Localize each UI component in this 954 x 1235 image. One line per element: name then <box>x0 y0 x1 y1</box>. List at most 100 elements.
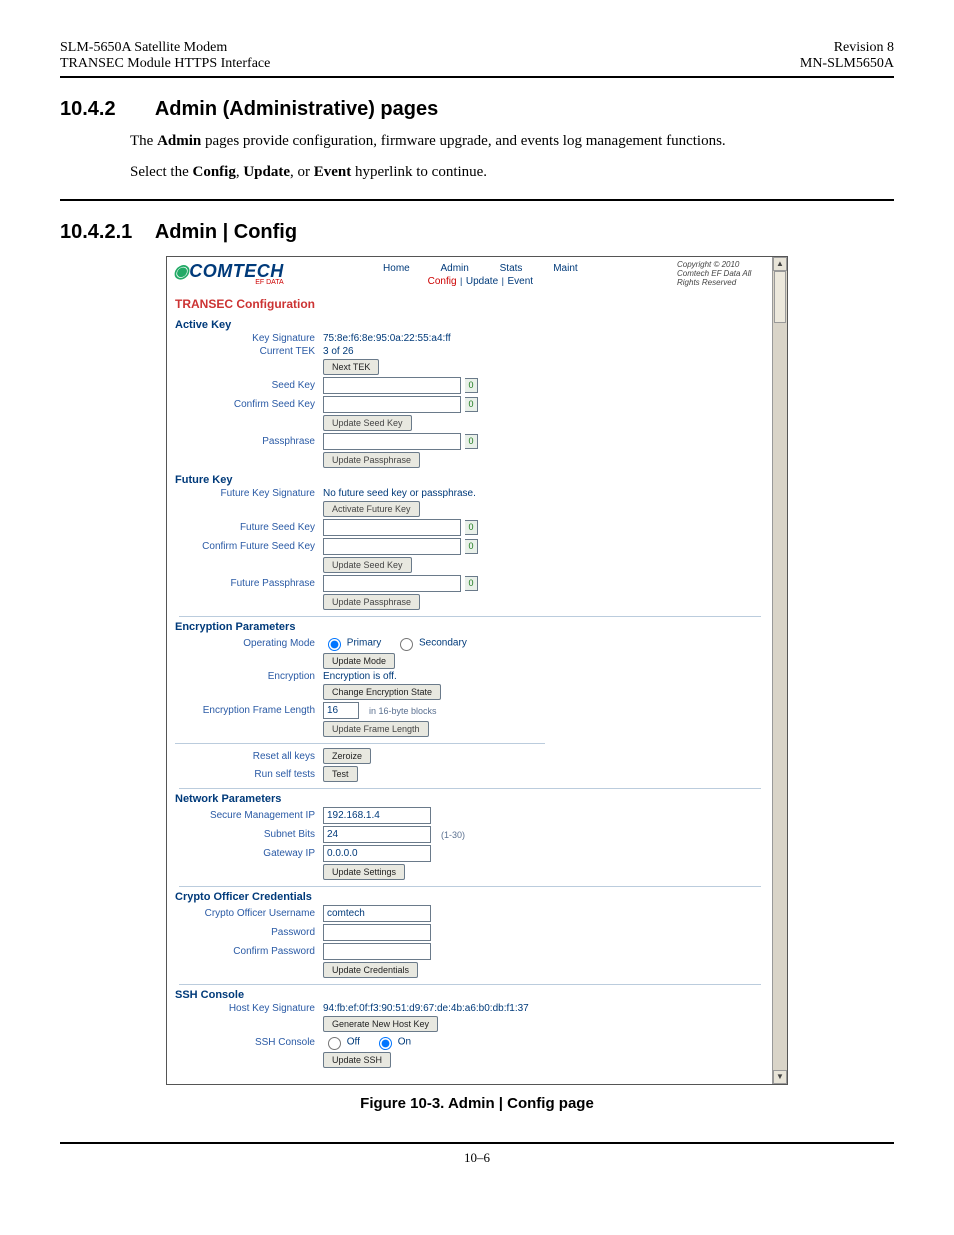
crypto-conf-input[interactable] <box>323 943 431 960</box>
ssh-console-label: SSH Console <box>175 1037 323 1048</box>
section-crypto-officer: Crypto Officer Credentials Crypto Office… <box>175 891 765 978</box>
passphrase-counter: 0 <box>465 434 478 449</box>
next-tek-button[interactable]: Next TEK <box>323 359 379 375</box>
ssh-off-radio[interactable] <box>328 1037 341 1050</box>
frame-length-input[interactable] <box>323 702 359 719</box>
doc-rule <box>60 76 894 78</box>
page-title: TRANSEC Configuration <box>167 287 773 315</box>
heading-10-4-2-1: 10.4.2.1 Admin | Config <box>60 221 894 244</box>
crypto-user-input[interactable] <box>323 905 431 922</box>
encryption-title: Encryption Parameters <box>175 621 765 633</box>
key-sig-value: 75:8e:f6:8e:95:0a:22:55:a4:ff <box>323 333 451 344</box>
nav-stats[interactable]: Stats <box>500 263 523 274</box>
logo: ◉COMTECH EF DATA <box>173 261 284 286</box>
update-credentials-button[interactable]: Update Credentials <box>323 962 418 978</box>
paragraph-select: Select the Config, Update, or Event hype… <box>130 164 894 181</box>
top-strip: ◉COMTECH EF DATA Home Admin Stats Maint … <box>167 257 773 287</box>
secure-ip-input[interactable] <box>323 807 431 824</box>
subnav-update[interactable]: Update <box>466 276 498 287</box>
scrollbar[interactable]: ▲ ▼ <box>772 257 787 1084</box>
subnav-config[interactable]: Config <box>428 276 457 287</box>
mode-secondary-radio[interactable] <box>400 638 413 651</box>
copyright: Copyright © 2010 Comtech EF Data All Rig… <box>677 261 767 287</box>
subnav-event[interactable]: Event <box>507 276 533 287</box>
gateway-label: Gateway IP <box>175 848 323 859</box>
subnet-input[interactable] <box>323 826 431 843</box>
divider-2 <box>179 788 761 789</box>
update-ssh-button[interactable]: Update SSH <box>323 1052 391 1068</box>
doc-rule-2 <box>60 199 894 201</box>
operating-mode-label: Operating Mode <box>175 638 323 649</box>
future-seed-input[interactable] <box>323 519 461 536</box>
top-nav: Home Admin Stats Maint Config | Update |… <box>284 261 677 287</box>
update-mode-button[interactable]: Update Mode <box>323 653 395 669</box>
update-seed-key-button[interactable]: Update Seed Key <box>323 415 412 431</box>
seed-key-counter: 0 <box>465 378 478 393</box>
crypto-pass-label: Password <box>175 927 323 938</box>
doc-rule-bottom <box>60 1142 894 1144</box>
host-key-sig-value: 94:fb:ef:0f:f3:90:51:d9:67:de:4b:a6:b0:d… <box>323 1003 529 1014</box>
figure-caption: Figure 10-3. Admin | Config page <box>60 1095 894 1112</box>
crypto-user-label: Crypto Officer Username <box>175 908 323 919</box>
reset-keys-label: Reset all keys <box>175 751 323 762</box>
mode-primary-radio[interactable] <box>328 638 341 651</box>
doc-header-right-2: MN-SLM5650A <box>800 56 894 72</box>
crypto-conf-label: Confirm Password <box>175 946 323 957</box>
update-frame-length-button[interactable]: Update Frame Length <box>323 721 429 737</box>
nav-admin[interactable]: Admin <box>441 263 469 274</box>
crypto-pass-input[interactable] <box>323 924 431 941</box>
future-seed-label: Future Seed Key <box>175 522 323 533</box>
passphrase-label: Passphrase <box>175 436 323 447</box>
subnet-label: Subnet Bits <box>175 829 323 840</box>
nav-maint[interactable]: Maint <box>553 263 577 274</box>
cur-tek-value: 3 of 26 <box>323 346 354 357</box>
section-ssh: SSH Console Host Key Signature94:fb:ef:0… <box>175 989 765 1078</box>
update-future-passphrase-button[interactable]: Update Passphrase <box>323 594 420 610</box>
generate-host-key-button[interactable]: Generate New Host Key <box>323 1016 438 1032</box>
scroll-down-arrow[interactable]: ▼ <box>773 1070 787 1084</box>
heading-num: 10.4.2 <box>60 98 150 121</box>
future-seed-counter: 0 <box>465 520 478 535</box>
divider-4 <box>179 984 761 985</box>
subnet-hint: (1-30) <box>441 830 465 840</box>
test-button[interactable]: Test <box>323 766 358 782</box>
divider-1 <box>179 616 761 617</box>
update-future-seed-button[interactable]: Update Seed Key <box>323 557 412 573</box>
confirm-seed-input[interactable] <box>323 396 461 413</box>
change-encryption-button[interactable]: Change Encryption State <box>323 684 441 700</box>
doc-header-left-2: TRANSEC Module HTTPS Interface <box>60 56 270 72</box>
future-key-title: Future Key <box>175 474 765 486</box>
future-passphrase-input[interactable] <box>323 575 461 592</box>
nav-home[interactable]: Home <box>383 263 410 274</box>
update-settings-button[interactable]: Update Settings <box>323 864 405 880</box>
update-passphrase-button[interactable]: Update Passphrase <box>323 452 420 468</box>
doc-header-right-1: Revision 8 <box>800 40 894 56</box>
activate-future-key-button[interactable]: Activate Future Key <box>323 501 420 517</box>
scroll-thumb[interactable] <box>774 271 786 323</box>
encryption-value: Encryption is off. <box>323 671 397 682</box>
doc-header-left-1: SLM-5650A Satellite Modem <box>60 40 270 56</box>
heading-title-2: Admin | Config <box>155 221 297 243</box>
heading-title: Admin (Administrative) pages <box>155 98 438 120</box>
host-key-sig-label: Host Key Signature <box>175 1003 323 1014</box>
crypto-title: Crypto Officer Credentials <box>175 891 765 903</box>
admin-config-screenshot: ▲ ▼ ◉COMTECH EF DATA Home Admin Stats Ma… <box>166 256 788 1085</box>
zeroize-button[interactable]: Zeroize <box>323 748 371 764</box>
ssh-console-radios: Off On <box>323 1034 421 1050</box>
section-active-key: Active Key Key Signature75:8e:f6:8e:95:0… <box>175 319 765 468</box>
confirm-seed-counter: 0 <box>465 397 478 412</box>
ssh-on-radio[interactable] <box>379 1037 392 1050</box>
key-sig-label: Key Signature <box>175 333 323 344</box>
scroll-up-arrow[interactable]: ▲ <box>773 257 787 271</box>
passphrase-input[interactable] <box>323 433 461 450</box>
gateway-input[interactable] <box>323 845 431 862</box>
frame-hint: in 16-byte blocks <box>369 706 437 716</box>
cur-tek-label: Current TEK <box>175 346 323 357</box>
divider-enc <box>175 743 545 744</box>
ssh-title: SSH Console <box>175 989 765 1001</box>
confirm-future-seed-input[interactable] <box>323 538 461 555</box>
operating-mode-radios: Primary Secondary <box>323 635 477 651</box>
seed-key-input[interactable] <box>323 377 461 394</box>
future-passphrase-counter: 0 <box>465 576 478 591</box>
doc-header: SLM-5650A Satellite Modem TRANSEC Module… <box>60 40 894 72</box>
